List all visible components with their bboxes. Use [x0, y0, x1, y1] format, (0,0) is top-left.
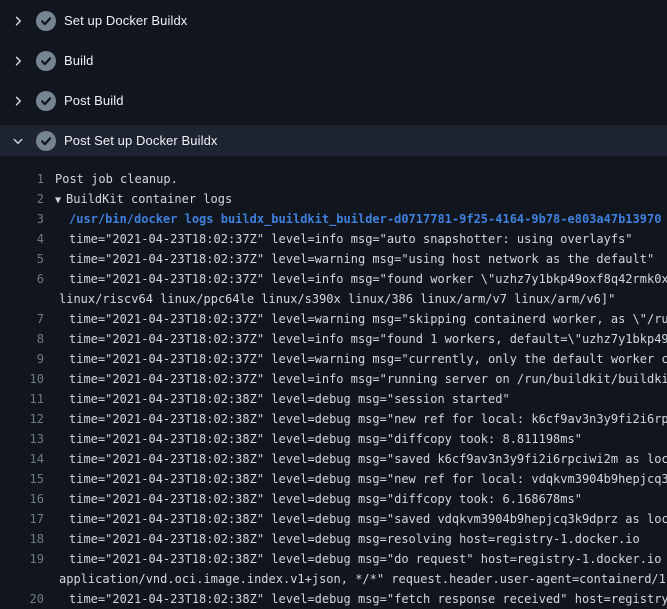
log-line-number[interactable]: 4 [0, 229, 44, 249]
log-line-number[interactable]: 15 [0, 469, 44, 489]
log-line: linux/riscv64 linux/ppc64le linux/s390x … [0, 289, 667, 309]
log-line-text: time="2021-04-23T18:02:38Z" level=debug … [69, 489, 582, 509]
log-command-text: /usr/bin/docker logs buildx_buildkit_bui… [69, 209, 661, 229]
check-circle-icon [36, 91, 56, 111]
log-line-number[interactable]: 19 [0, 549, 44, 569]
log-line: 20 time="2021-04-23T18:02:38Z" level=debu… [0, 589, 667, 609]
log-line: 3/usr/bin/docker logs buildx_buildkit_bu… [0, 209, 667, 229]
log-line-number[interactable]: 10 [0, 369, 44, 389]
log: 1 Post job cleanup. 2 ▼BuildKit container l… [0, 165, 667, 609]
check-circle-icon [36, 131, 56, 151]
log-line: 9 time="2021-04-23T18:02:37Z" level=warni… [0, 349, 667, 369]
log-line: 17 time="2021-04-23T18:02:38Z" level=debu… [0, 509, 667, 529]
chevron-right-icon [12, 95, 24, 107]
log-line-number[interactable]: 13 [0, 429, 44, 449]
log-line-text: time="2021-04-23T18:02:38Z" level=debug … [69, 409, 667, 429]
log-line-number[interactable]: 9 [0, 349, 44, 369]
log-line-number[interactable]: 3 [0, 209, 44, 229]
log-line-number[interactable]: 18 [0, 529, 44, 549]
steps-list: Set up Docker Buildx Build Post Build Po… [0, 0, 667, 156]
log-line-text: time="2021-04-23T18:02:37Z" level=info m… [69, 229, 633, 249]
log-line-text: time="2021-04-23T18:02:38Z" level=debug … [69, 389, 510, 409]
log-line-number[interactable]: 17 [0, 509, 44, 529]
log-line: 13 time="2021-04-23T18:02:38Z" level=debu… [0, 429, 667, 449]
log-line: 1 Post job cleanup. [0, 169, 667, 189]
log-line-text: time="2021-04-23T18:02:37Z" level=info m… [69, 329, 667, 349]
step-row-set-up-docker-buildx[interactable]: Set up Docker Buildx [0, 5, 667, 36]
log-line-text: time="2021-04-23T18:02:37Z" level=warnin… [69, 349, 667, 369]
log-line-text: time="2021-04-23T18:02:38Z" level=debug … [69, 469, 667, 489]
log-line-text: linux/riscv64 linux/ppc64le linux/s390x … [59, 289, 615, 309]
step-row-build[interactable]: Build [0, 45, 667, 76]
chevron-down-icon [12, 135, 24, 147]
log-line-text: time="2021-04-23T18:02:38Z" level=debug … [69, 549, 667, 569]
step-row-post-set-up-docker-buildx[interactable]: Post Set up Docker Buildx [0, 125, 667, 156]
log-line-number[interactable]: 16 [0, 489, 44, 509]
log-line-number[interactable]: 2 [0, 189, 44, 209]
step-title: Post Set up Docker Buildx [64, 133, 218, 148]
log-line-text: time="2021-04-23T18:02:37Z" level=warnin… [69, 309, 667, 329]
log-line-text: time="2021-04-23T18:02:37Z" level=info m… [69, 269, 667, 289]
log-line-number[interactable]: 20 [0, 589, 44, 609]
check-circle-icon [36, 11, 56, 31]
log-line: 19 time="2021-04-23T18:02:38Z" level=debu… [0, 549, 667, 569]
log-line-number[interactable]: 12 [0, 409, 44, 429]
log-line: 2 ▼BuildKit container logs [0, 189, 667, 209]
log-line: 14 time="2021-04-23T18:02:38Z" level=debu… [0, 449, 667, 469]
log-line-text: time="2021-04-23T18:02:38Z" level=debug … [69, 529, 640, 549]
log-line: 8 time="2021-04-23T18:02:37Z" level=info … [0, 329, 667, 349]
log-line-text: time="2021-04-23T18:02:38Z" level=debug … [69, 589, 667, 609]
log-line-number[interactable]: 1 [0, 169, 44, 189]
log-line-text: ▼BuildKit container logs [55, 189, 232, 209]
check-circle-icon [36, 51, 56, 71]
log-line: 4 time="2021-04-23T18:02:37Z" level=info … [0, 229, 667, 249]
step-title: Set up Docker Buildx [64, 13, 187, 28]
log-line: 11 time="2021-04-23T18:02:38Z" level=debu… [0, 389, 667, 409]
log-line: application/vnd.oci.image.index.v1+json,… [0, 569, 667, 589]
log-line: 7 time="2021-04-23T18:02:37Z" level=warni… [0, 309, 667, 329]
log-line-number[interactable]: 14 [0, 449, 44, 469]
chevron-right-icon [12, 15, 24, 27]
log-line-number[interactable]: 5 [0, 249, 44, 269]
log-line-text: application/vnd.oci.image.index.v1+json,… [59, 569, 667, 589]
log-line: 10 time="2021-04-23T18:02:37Z" level=info… [0, 369, 667, 389]
log-line-number[interactable]: 7 [0, 309, 44, 329]
step-title: Post Build [64, 93, 124, 108]
log-line-number[interactable]: 8 [0, 329, 44, 349]
log-line: 16 time="2021-04-23T18:02:38Z" level=debu… [0, 489, 667, 509]
log-line: 18 time="2021-04-23T18:02:38Z" level=debu… [0, 529, 667, 549]
log-line-text: time="2021-04-23T18:02:37Z" level=info m… [69, 369, 667, 389]
log-line-text: time="2021-04-23T18:02:38Z" level=debug … [69, 449, 667, 469]
log-line-text: time="2021-04-23T18:02:37Z" level=warnin… [69, 249, 654, 269]
group-collapse-icon[interactable]: ▼ [55, 191, 61, 209]
chevron-right-icon [12, 55, 24, 67]
log-line: 5 time="2021-04-23T18:02:37Z" level=warni… [0, 249, 667, 269]
log-line-text: time="2021-04-23T18:02:38Z" level=debug … [69, 429, 582, 449]
log-line-number[interactable]: 6 [0, 269, 44, 289]
log-line-text: Post job cleanup. [55, 169, 178, 189]
step-row-post-build[interactable]: Post Build [0, 85, 667, 116]
step-title: Build [64, 53, 93, 68]
log-line: 15 time="2021-04-23T18:02:38Z" level=debu… [0, 469, 667, 489]
log-line-text: time="2021-04-23T18:02:38Z" level=debug … [69, 509, 667, 529]
log-line: 6 time="2021-04-23T18:02:37Z" level=info … [0, 269, 667, 289]
log-line-number[interactable]: 11 [0, 389, 44, 409]
log-line: 12 time="2021-04-23T18:02:38Z" level=debu… [0, 409, 667, 429]
